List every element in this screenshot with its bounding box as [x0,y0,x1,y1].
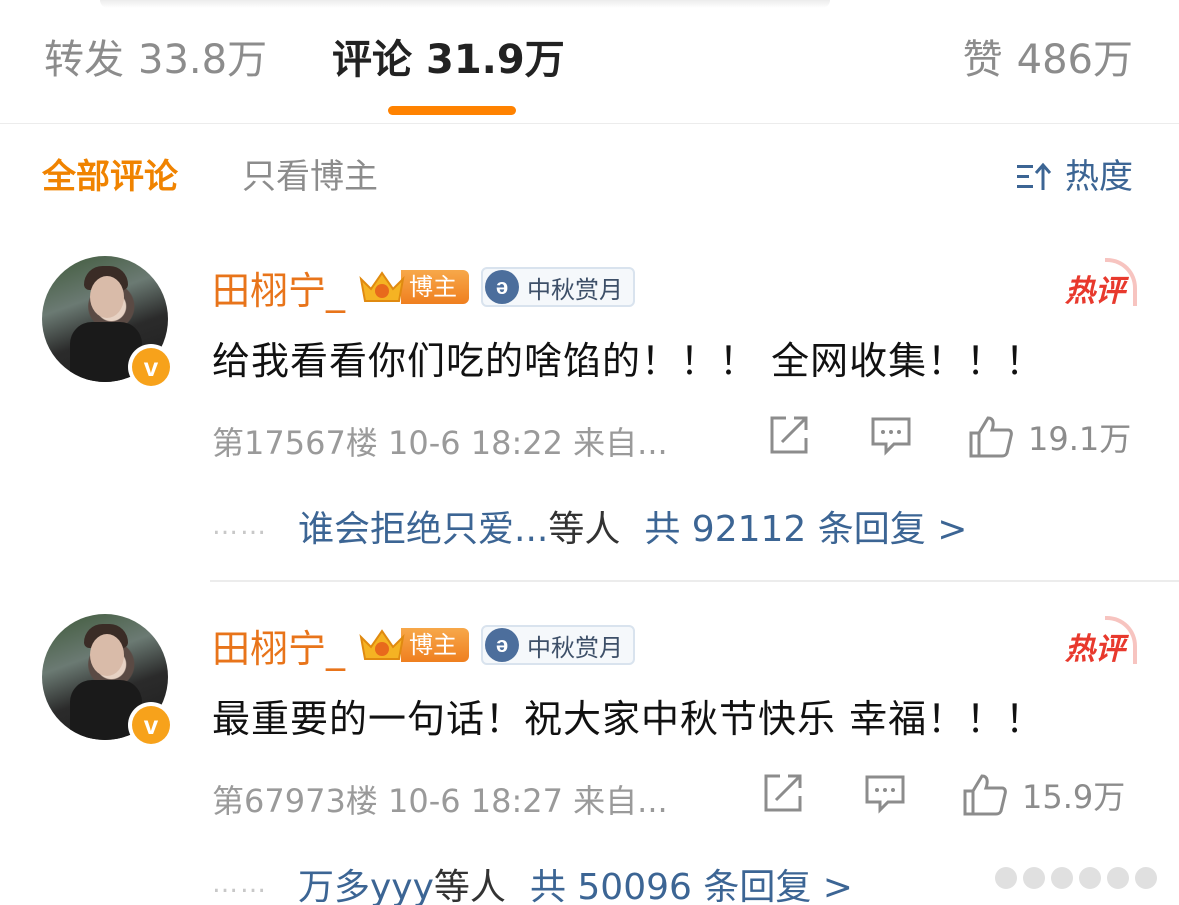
share-icon [764,774,802,812]
reply-etc: 等人 [548,509,621,550]
reply-dots: …… [212,511,268,541]
tab-comment-count: 31.9万 [426,37,565,83]
comment-header: 田栩宁_ 博主 ə 中秋赏月 [212,260,636,315]
tab-like-count: 486万 [1016,37,1133,83]
watermark-dots [995,860,1165,896]
comment-icon [871,417,911,456]
like-button[interactable]: 15.9万 [962,772,1125,818]
hot-comment-tag: 热评 [1065,258,1137,310]
blogger-badge: 博主 [357,625,470,665]
replies-summary[interactable]: …… 谁会拒绝只爱... 等人 共 92112 条回复 > [212,500,967,552]
reply-count-link[interactable]: 共 92112 条回复 > [644,500,967,552]
verified-icon: v [128,702,174,748]
sort-button[interactable]: 热度 [1015,154,1133,200]
comment-meta: 第17567楼 10-6 18:22 来自... [212,424,668,462]
tab-repost[interactable]: 转发 33.8万 [44,34,267,86]
hot-comment-tag: 热评 [1065,616,1137,668]
reply-etc: 等人 [433,867,506,905]
tab-like-label: 赞 [962,37,1003,83]
reply-count-link[interactable]: 共 50096 条回复 > [530,858,853,905]
event-badge[interactable]: ə 中秋赏月 [481,267,636,307]
divider [210,580,1179,582]
replies-summary[interactable]: …… 万多yyy 等人 共 50096 条回复 > [212,858,853,905]
comment-text: 最重要的一句话！祝大家中秋节快乐 幸福！！！ [212,697,1045,741]
thumbs-up-icon [963,774,1007,816]
share-icon [770,416,808,454]
event-badge[interactable]: ə 中秋赏月 [481,625,636,665]
comment-text: 给我看看你们吃的啥馅的！！！ 全网收集！！！ [212,339,1045,383]
thumbs-up-icon [969,416,1013,458]
active-tab-indicator [388,106,516,115]
tab-like[interactable]: 赞 486万 [963,34,1133,86]
sort-icon [1017,162,1052,190]
tab-bar: 转发 33.8万 评论 31.9万 赞 486万 [0,0,1179,124]
reply-users: 万多yyy [298,867,434,905]
comment-header: 田栩宁_ 博主 ə 中秋赏月 [212,618,636,673]
tab-repost-count: 33.8万 [138,37,268,83]
reply-dots: …… [212,869,268,899]
like-button[interactable]: 19.1万 [968,414,1131,460]
like-count: 19.1万 [1028,420,1132,458]
comment-icon [865,775,905,814]
moon-icon: ə [485,628,520,662]
username[interactable]: 田栩宁_ [212,260,345,315]
blogger-badge: 博主 [357,267,470,307]
comment-meta: 第67973楼 10-6 18:27 来自... [212,782,668,820]
share-button[interactable] [762,772,804,814]
verified-icon: v [128,344,174,390]
reply-button[interactable] [870,414,912,456]
like-count: 15.9万 [1022,778,1126,816]
tab-repost-label: 转发 [44,37,124,83]
filter-host-only[interactable]: 只看博主 [242,154,378,200]
reply-users: 谁会拒绝只爱... [298,509,549,550]
reply-button[interactable] [864,772,906,814]
crown-icon [359,271,405,302]
tab-comment[interactable]: 评论 31.9万 [332,34,565,86]
username[interactable]: 田栩宁_ [212,618,345,673]
moon-icon: ə [485,270,520,304]
tab-comment-label: 评论 [332,37,412,83]
sort-label: 热度 [1065,157,1133,197]
share-button[interactable] [768,414,810,456]
crown-icon [359,629,405,660]
filter-all-comments[interactable]: 全部评论 [42,154,178,200]
